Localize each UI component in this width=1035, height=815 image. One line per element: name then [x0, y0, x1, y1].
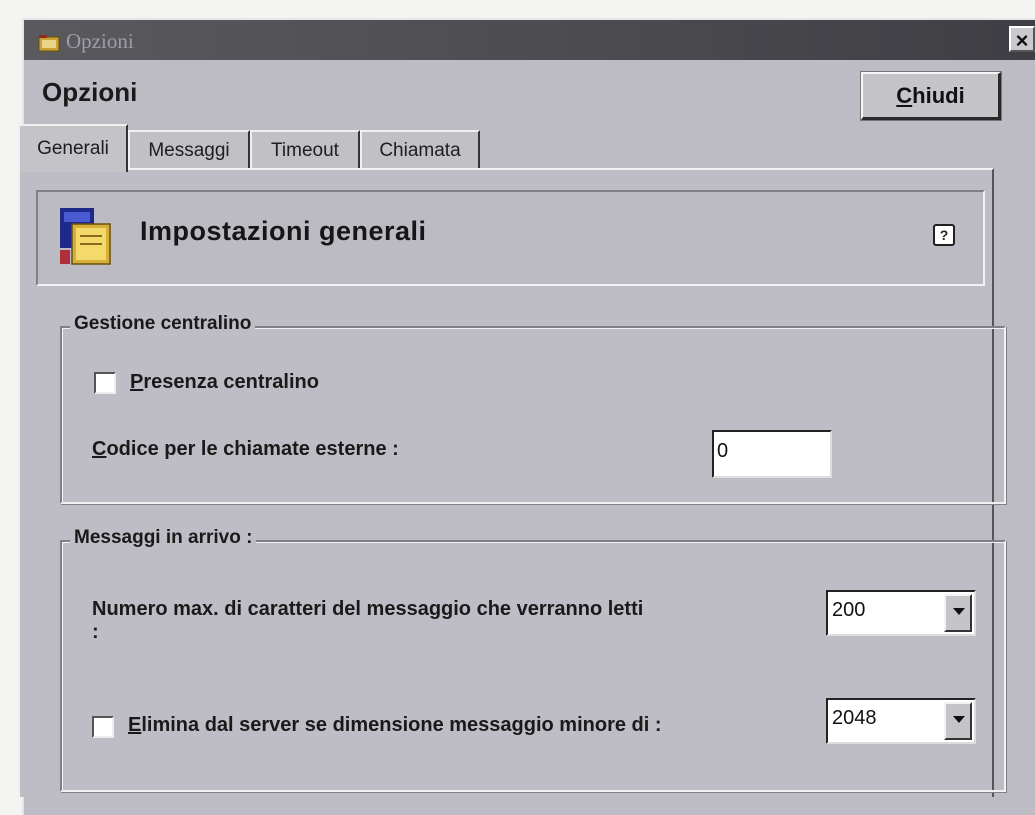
group-messaggi-in-arrivo: Messaggi in arrivo :: [60, 527, 1006, 792]
settings-banner: Impostazioni generali ?: [36, 190, 985, 286]
chevron-down-icon[interactable]: [944, 702, 972, 740]
window-title: Opzioni: [66, 29, 134, 53]
dimensione-messaggio-combo[interactable]: 2048: [826, 698, 976, 744]
max-caratteri-value: 200: [832, 599, 866, 621]
group-gestione-centralino: Gestione centralino: [60, 313, 1006, 504]
group-centralino-legend: Gestione centralino: [70, 313, 256, 335]
group-messaggi-legend: Messaggi in arrivo :: [70, 527, 257, 549]
presenza-centralino-checkbox[interactable]: [94, 372, 116, 394]
help-icon[interactable]: ?: [933, 224, 955, 246]
tab-messaggi[interactable]: Messaggi: [128, 130, 250, 170]
elimina-rest: limina dal server se dimensione messaggi…: [141, 714, 662, 736]
elimina-accel: E: [128, 714, 142, 736]
presenza-accel: P: [130, 371, 144, 393]
chiudi-label-rest: hiudi: [912, 82, 965, 108]
chiudi-accel: C: [896, 82, 913, 108]
tab-timeout[interactable]: Timeout: [250, 130, 360, 170]
window-app-icon: [38, 35, 60, 52]
presenza-centralino-label[interactable]: Presenza centralino: [130, 371, 319, 394]
banner-title: Impostazioni generali: [140, 216, 427, 246]
elimina-server-label[interactable]: Elimina dal server se dimensione messagg…: [128, 714, 662, 737]
max-caratteri-line1: Numero max. di caratteri del messaggio c…: [92, 598, 644, 620]
chiudi-button[interactable]: Chiudi: [860, 71, 1002, 121]
codice-accel: C: [92, 438, 107, 460]
max-caratteri-combo[interactable]: 200: [826, 590, 976, 636]
codice-chiamate-label: Codice per le chiamate esterne :: [92, 438, 399, 461]
codice-chiamate-input[interactable]: 0: [712, 430, 832, 478]
presenza-rest: resenza centralino: [143, 371, 319, 393]
tab-chiamata[interactable]: Chiamata: [360, 130, 480, 170]
chevron-down-icon[interactable]: [944, 594, 972, 632]
max-caratteri-label: Numero max. di caratteri del messaggio c…: [92, 598, 812, 644]
elimina-server-checkbox[interactable]: [92, 716, 114, 738]
window-close-button[interactable]: ×: [1009, 26, 1035, 53]
page-title: Opzioni: [42, 77, 138, 107]
dimensione-messaggio-value: 2048: [832, 707, 877, 729]
title-bar[interactable]: Opzioni ×: [24, 20, 1035, 60]
settings-document-icon: [60, 208, 111, 265]
tab-generali[interactable]: Generali: [18, 124, 128, 172]
codice-rest: odice per le chiamate esterne :: [106, 438, 399, 460]
max-caratteri-line2: :: [92, 621, 99, 643]
